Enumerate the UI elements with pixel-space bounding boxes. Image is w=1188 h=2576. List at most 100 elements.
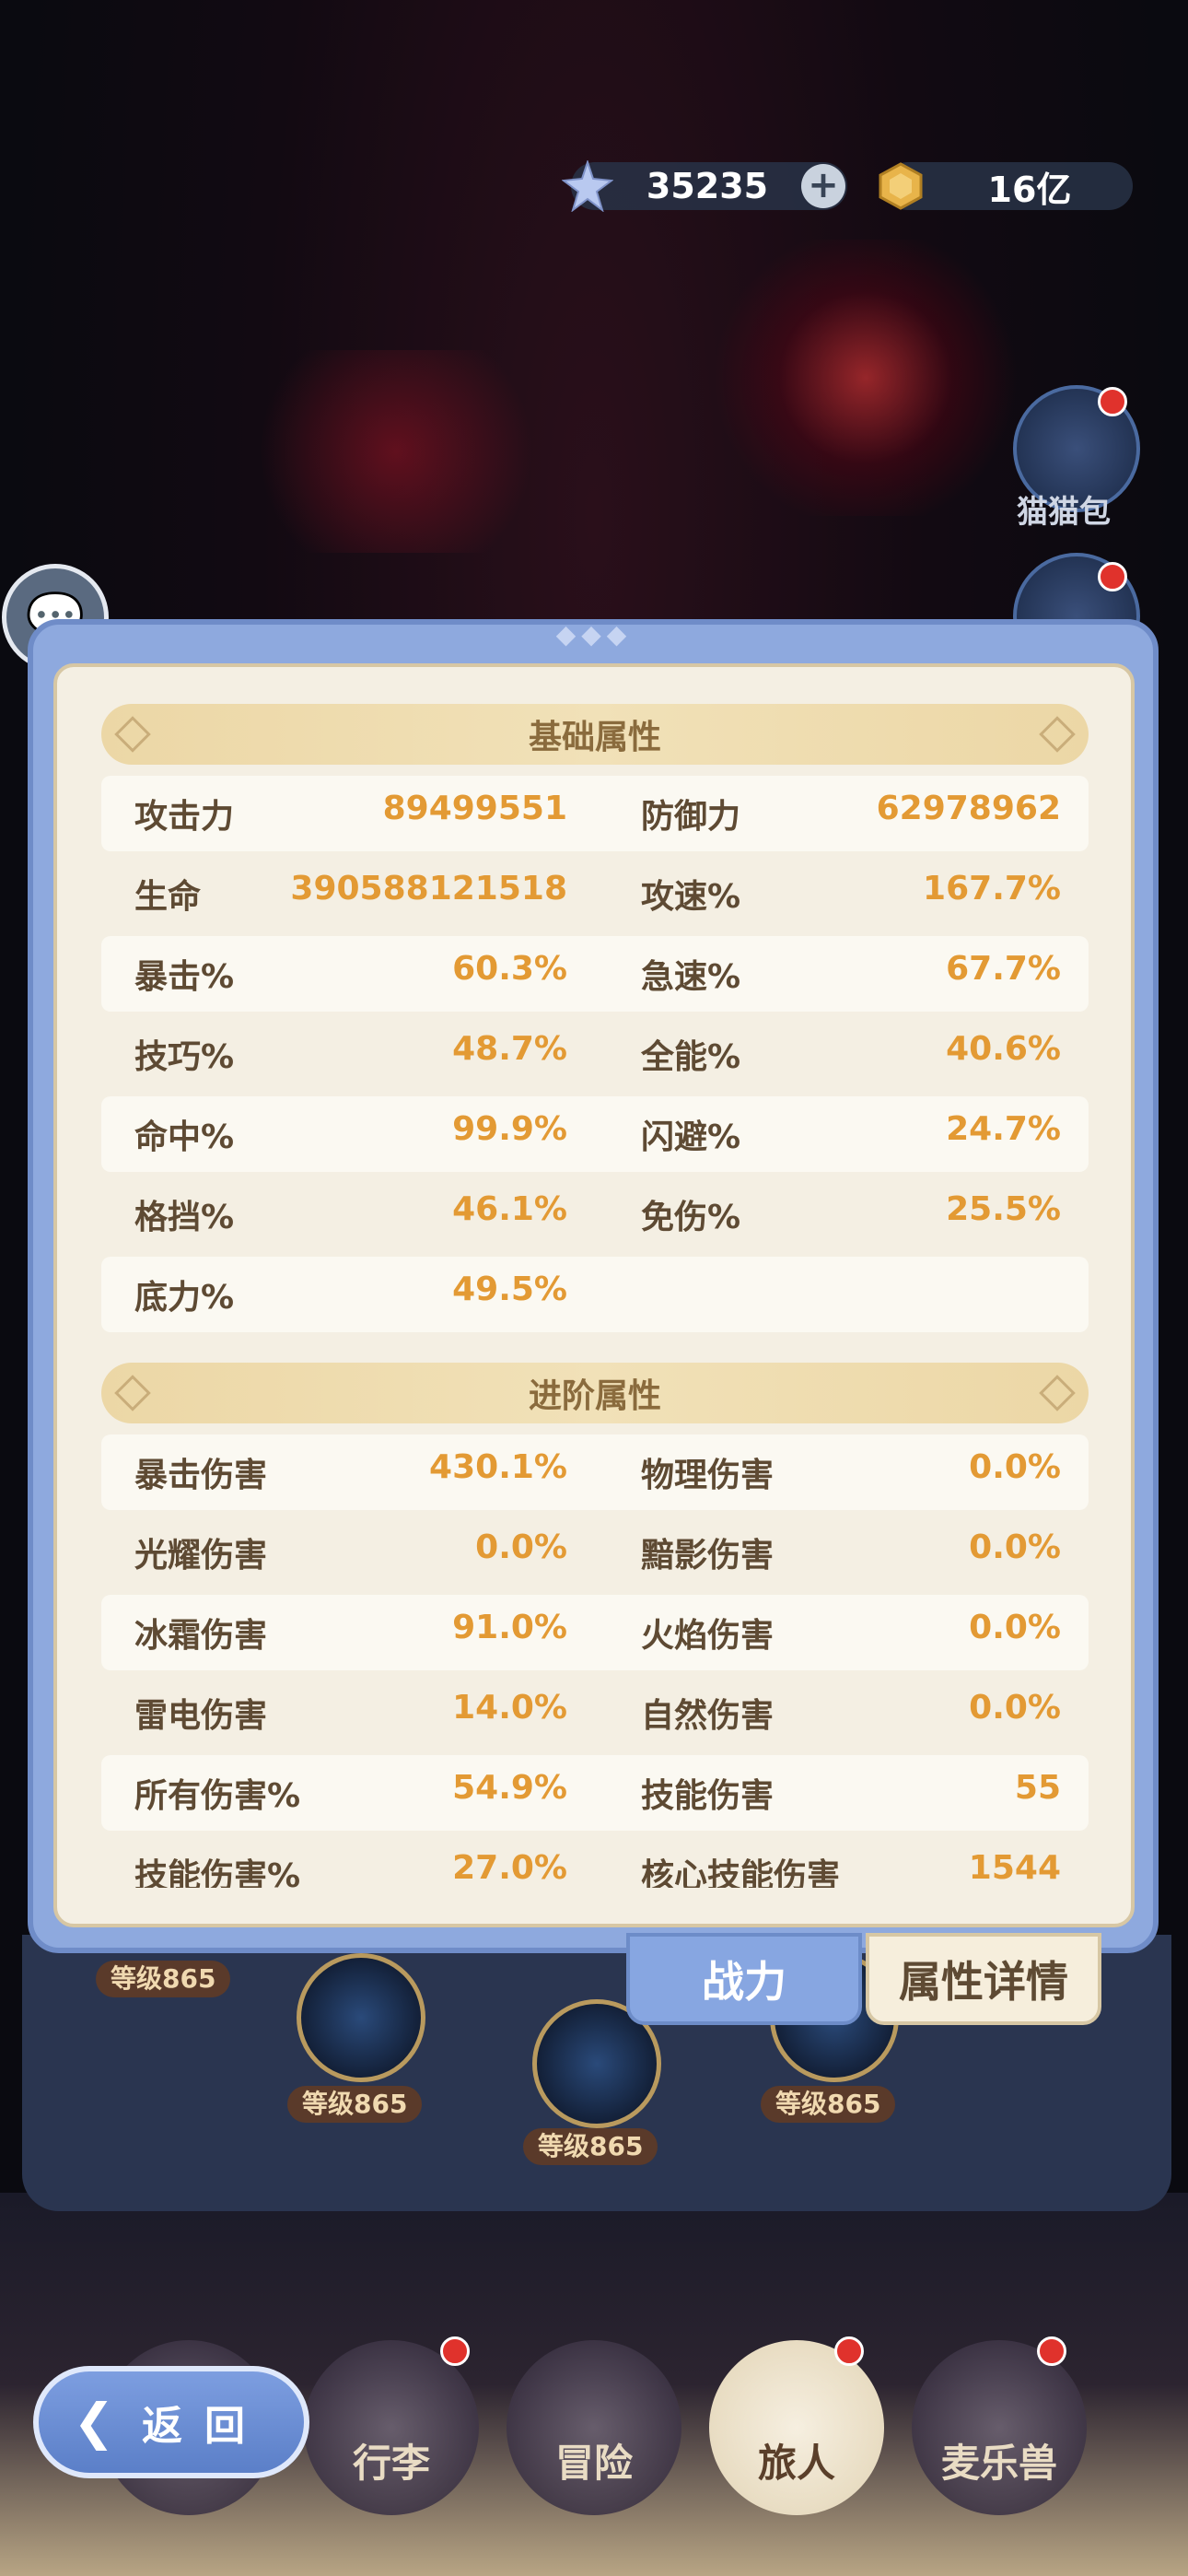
attribute-label: 暴击% [134,958,235,996]
attribute-label: 核心技能伤害 [641,1857,841,1888]
attribute-label: 技巧% [134,1038,235,1076]
attribute-label: 光耀伤害 [134,1537,268,1575]
attribute-label: 技能伤害% [134,1857,301,1888]
attribute-cell: 生命 390588121518 [101,870,595,918]
attribute-cell: 物理伤害 0.0% [595,1448,1089,1496]
attribute-value: 60.3% [452,950,567,988]
tab-power[interactable]: 战力 [626,1933,862,2025]
nav-item-luggage[interactable] [304,2340,479,2515]
attribute-cell: 暴击伤害 430.1% [101,1448,595,1496]
attribute-value: 91.0% [452,1609,567,1646]
attribute-value: 49.5% [452,1270,567,1308]
back-button[interactable]: ❮ 返回 [33,2366,309,2478]
level-badge: 等级865 [96,1961,231,1997]
nav-label-adventure: 冒险 [554,2441,633,2486]
attribute-row: 格挡% 46.1% 免伤% 25.5% [101,1177,1089,1252]
attribute-row: 雷电伤害 14.0% 自然伤害 0.0% [101,1675,1089,1751]
nav-item-traveler[interactable] [709,2340,884,2515]
attribute-label: 底力% [134,1279,235,1317]
attribute-cell: 攻速% 167.7% [595,870,1089,918]
attribute-label: 全能% [641,1038,741,1076]
add-gems-button[interactable]: + [801,164,845,208]
attribute-cell: 黯影伤害 0.0% [595,1528,1089,1576]
attribute-cell: 格挡% 46.1% [101,1190,595,1238]
attribute-value: 27.0% [452,1849,567,1887]
attribute-label: 急速% [641,958,741,996]
attribute-value: 24.7% [946,1110,1061,1148]
panel-ornament: ◆◆◆ [555,619,633,650]
attribute-cell: 闪避% 24.7% [595,1110,1089,1158]
attribute-row: 命中% 99.9% 闪避% 24.7% [101,1096,1089,1172]
attribute-label: 所有伤害% [134,1777,301,1815]
tab-attribute-details[interactable]: 属性详情 [866,1933,1101,2025]
attribute-cell: 命中% 99.9% [101,1110,595,1158]
cat-bag-label: 猫猫包 [1017,494,1111,531]
attribute-row: 技能伤害% 27.0% 核心技能伤害 1544 [101,1835,1089,1888]
attribute-value: 0.0% [969,1448,1061,1486]
skill-icon[interactable] [297,1953,425,2082]
attribute-value: 0.0% [969,1689,1061,1727]
attribute-cell: 防御力 62978962 [595,790,1089,837]
attribute-list[interactable]: 基础属性 攻击力 89499551 防御力 62978962 生命 39058812151… [101,704,1089,1888]
attribute-label: 火焰伤害 [641,1617,775,1655]
attribute-row: 生命 390588121518 攻速% 167.7% [101,856,1089,931]
attribute-value: 390588121518 [290,870,567,907]
attribute-label: 免伤% [641,1199,741,1236]
star-gem-icon [562,160,613,212]
attribute-value: 46.1% [452,1190,567,1228]
background-glow [700,240,1031,516]
back-label: 返回 [142,2403,267,2450]
level-badge: 等级865 [287,2086,423,2123]
attribute-row: 技巧% 48.7% 全能% 40.6% [101,1016,1089,1092]
attribute-value: 89499551 [382,790,567,827]
attribute-label: 命中% [134,1118,235,1156]
attribute-value: 54.9% [452,1769,567,1807]
attribute-value: 0.0% [475,1528,567,1566]
attribute-label: 物理伤害 [641,1457,775,1494]
gem-currency: 35235 + [562,160,847,212]
attribute-cell: 冰霜伤害 91.0% [101,1609,595,1657]
attribute-row: 暴击% 60.3% 急速% 67.7% [101,936,1089,1012]
advanced-attributes-rows: 暴击伤害 430.1% 物理伤害 0.0% 光耀伤害 0.0% 黯影伤害 0.0% 冰霜伤害 91… [101,1434,1089,1888]
gold-coin-icon [875,160,926,212]
attribute-value: 62978962 [876,790,1061,827]
attribute-value: 14.0% [452,1689,567,1727]
attribute-row: 底力% 49.5% [101,1257,1089,1332]
attribute-value: 40.6% [946,1030,1061,1068]
nav-item-adventure[interactable] [507,2340,681,2515]
attribute-cell: 技能伤害 55 [595,1769,1089,1817]
attribute-row: 所有伤害% 54.9% 技能伤害 55 [101,1755,1089,1831]
background-glow-left [230,350,562,553]
notification-dot [440,2336,470,2366]
attribute-value: 0.0% [969,1528,1061,1566]
advanced-attributes-header: 进阶属性 [101,1363,1089,1423]
attribute-label: 技能伤害 [641,1777,775,1815]
attribute-cell: 免伤% 25.5% [595,1190,1089,1238]
diamond-ornament-icon [1039,716,1076,753]
section-title: 进阶属性 [528,1377,661,1415]
attribute-label: 防御力 [641,798,741,836]
attribute-row: 攻击力 89499551 防御力 62978962 [101,776,1089,851]
attribute-cell: 自然伤害 0.0% [595,1689,1089,1737]
notification-dot [834,2336,864,2366]
attribute-label: 攻速% [641,878,741,916]
notification-dot [1098,562,1127,591]
notification-dot [1098,387,1127,416]
nav-label-traveler: 旅人 [757,2441,835,2486]
attribute-cell: 暴击% 60.3% [101,950,595,998]
attribute-cell: 所有伤害% 54.9% [101,1769,595,1817]
attribute-value: 48.7% [452,1030,567,1068]
attribute-cell: 雷电伤害 14.0% [101,1689,595,1737]
attribute-cell: 技巧% 48.7% [101,1030,595,1078]
attribute-label: 自然伤害 [641,1697,775,1735]
attribute-row: 光耀伤害 0.0% 黯影伤害 0.0% [101,1515,1089,1590]
gold-value: 16亿 [987,169,1072,210]
attribute-cell: 火焰伤害 0.0% [595,1609,1089,1657]
attribute-label: 闪避% [641,1118,741,1156]
diamond-ornament-icon [1039,1375,1076,1411]
back-arrow-icon: ❮ [73,2393,115,2451]
attribute-cell: 全能% 40.6% [595,1030,1089,1078]
nav-item-mailebeast[interactable] [912,2340,1087,2515]
diamond-ornament-icon [114,1375,151,1411]
basic-attributes-rows: 攻击力 89499551 防御力 62978962 生命 390588121518 攻速% 1… [101,776,1089,1332]
